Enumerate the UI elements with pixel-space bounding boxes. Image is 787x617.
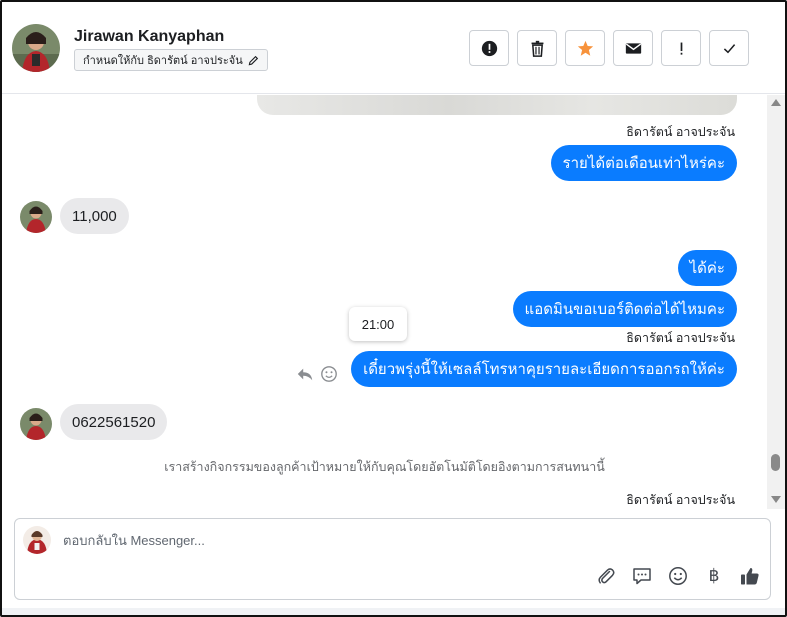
incoming-message[interactable]: 0622561520 bbox=[60, 404, 168, 440]
trash-icon bbox=[531, 40, 543, 57]
scroll-up-arrow[interactable] bbox=[771, 99, 781, 106]
conversation-header: Jirawan Kanyaphan กำหนดให้กับ ธิดารัตน์ … bbox=[2, 2, 785, 94]
shared-image-attachment[interactable] bbox=[257, 95, 737, 115]
outgoing-message[interactable]: แอดมินขอเบอร์ติดต่อได้ไหมคะ bbox=[512, 291, 737, 327]
checkmark-icon bbox=[723, 43, 735, 53]
contact-avatar-small bbox=[20, 408, 52, 440]
system-notice: เราสร้างกิจกรรมของลูกค้าเป้าหมายให้กับคุ… bbox=[164, 460, 605, 474]
payment-button[interactable]: ฿ bbox=[704, 566, 724, 586]
react-emoji-icon[interactable] bbox=[320, 365, 338, 383]
header-actions bbox=[469, 30, 749, 66]
message-time-tooltip: 21:00 bbox=[349, 307, 407, 341]
assign-label: กำหนดให้กับ ธิดารัตน์ อาจประจัน bbox=[83, 55, 243, 67]
scroll-down-arrow[interactable] bbox=[771, 496, 781, 503]
thumbs-up-icon bbox=[741, 568, 759, 585]
contact-name: Jirawan Kanyaphan bbox=[74, 28, 225, 45]
composer-tools: ฿ bbox=[596, 566, 760, 586]
exclamation-icon bbox=[680, 42, 682, 55]
panel-footer bbox=[2, 608, 785, 615]
baht-icon: ฿ bbox=[708, 566, 720, 585]
messenger-panel: Jirawan Kanyaphan กำหนดให้กับ ธิดารัตน์ … bbox=[0, 0, 787, 617]
emoji-button[interactable] bbox=[668, 566, 688, 586]
emoji-icon bbox=[669, 567, 687, 585]
mark-spam-button[interactable] bbox=[469, 30, 509, 66]
reply-composer: ฿ bbox=[14, 518, 771, 600]
scroll-thumb[interactable] bbox=[771, 454, 780, 471]
mark-unread-button[interactable] bbox=[613, 30, 653, 66]
envelope-icon bbox=[625, 42, 641, 54]
message-scrollbar[interactable] bbox=[767, 95, 785, 509]
like-button[interactable] bbox=[740, 566, 760, 586]
saved-reply-icon bbox=[633, 568, 651, 585]
star-button[interactable] bbox=[565, 30, 605, 66]
message-list[interactable]: ธิดารัตน์ อาจประจัน รายได้ต่อเดือนเท่าไห… bbox=[2, 95, 767, 509]
star-icon bbox=[577, 40, 593, 56]
pencil-icon bbox=[248, 55, 258, 65]
assign-button[interactable]: กำหนดให้กับ ธิดารัตน์ อาจประจัน bbox=[74, 49, 268, 71]
contact-avatar-small bbox=[20, 201, 52, 233]
contact-avatar[interactable] bbox=[12, 24, 60, 72]
reply-input[interactable] bbox=[63, 533, 563, 548]
flag-button[interactable] bbox=[661, 30, 701, 66]
alert-circle-icon bbox=[481, 40, 497, 56]
incoming-message[interactable]: 11,000 bbox=[60, 198, 129, 234]
delete-button[interactable] bbox=[517, 30, 557, 66]
sender-label: ธิดารัตน์ อาจประจัน bbox=[626, 125, 735, 139]
attachment-icon bbox=[598, 568, 615, 584]
sender-label: ธิดารัตน์ อาจประจัน bbox=[626, 331, 735, 345]
saved-reply-button[interactable] bbox=[632, 566, 652, 586]
message-hover-tools bbox=[296, 365, 338, 383]
outgoing-message[interactable]: เดี๋ยวพรุ่งนี้ให้เซลล์โทรหาคุยรายละเอียด… bbox=[351, 351, 737, 387]
sender-label: ธิดารัตน์ อาจประจัน bbox=[626, 493, 735, 507]
attachment-button[interactable] bbox=[596, 566, 616, 586]
page-avatar bbox=[23, 526, 51, 554]
outgoing-message[interactable]: รายได้ต่อเดือนเท่าไหร่คะ bbox=[550, 145, 737, 181]
outgoing-message[interactable]: ได้ค่ะ bbox=[677, 250, 737, 286]
mark-done-button[interactable] bbox=[709, 30, 749, 66]
reply-icon[interactable] bbox=[296, 365, 314, 383]
